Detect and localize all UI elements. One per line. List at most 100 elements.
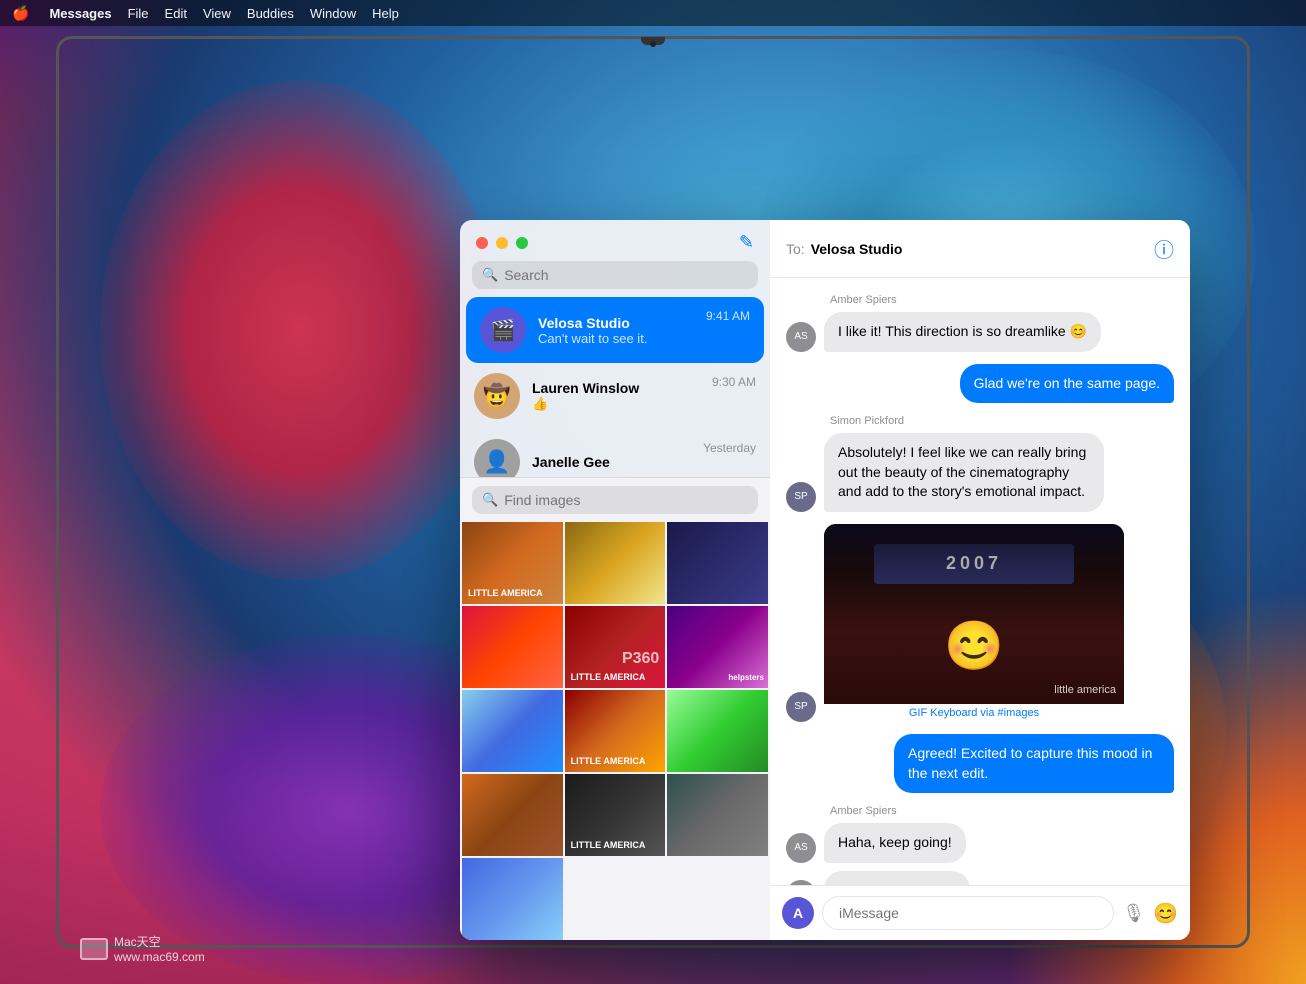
message-sender: Amber Spiers (830, 805, 1174, 817)
conv-name: Janelle Gee (532, 454, 691, 470)
gif-cell[interactable] (667, 522, 768, 604)
message-group: Agreed! Excited to capture this mood in … (786, 734, 1174, 793)
gif-source-label: GIF Keyboard via #images (824, 704, 1124, 722)
menubar-messages[interactable]: Messages (49, 6, 111, 21)
menubar-window[interactable]: Window (310, 6, 356, 21)
menubar-edit[interactable]: Edit (165, 6, 187, 21)
gif-search-bar[interactable]: 🔍 (472, 486, 758, 514)
gif-cell[interactable] (667, 690, 768, 772)
menubar-help[interactable]: Help (372, 6, 399, 21)
bg-blob-red (100, 80, 500, 580)
message-bubble: Glad we're on the same page. (960, 364, 1174, 404)
message-group: Amber Spiers AS Haha, keep going! AS Can… (786, 805, 1174, 885)
gif-cell[interactable] (667, 774, 768, 856)
chat-messages[interactable]: Amber Spiers AS I like it! This directio… (770, 278, 1190, 885)
apple-logo[interactable]: 🍎 (12, 5, 29, 22)
gif-grid: little america little america P360 helps… (460, 522, 770, 940)
watermark-url: www.mac69.com (114, 950, 205, 964)
fullscreen-button[interactable] (516, 237, 528, 249)
conv-info: Janelle Gee (532, 454, 691, 470)
chat-input-area: A 🎙 😊 (770, 885, 1190, 940)
messages-window: ✎ 🔍 🎬 Velosa Studio Can't wait to see it… (460, 220, 1190, 940)
conv-preview: Can't wait to see it. (538, 331, 694, 346)
watermark-icon (80, 938, 108, 960)
gif-message: 2007 😊 little america GIF Keyboard via #… (824, 524, 1124, 722)
conversation-list: 🎬 Velosa Studio Can't wait to see it. 9:… (460, 297, 770, 477)
traffic-lights (476, 237, 528, 249)
search-bar[interactable]: 🔍 (472, 261, 758, 289)
gif-search-input[interactable] (504, 492, 748, 508)
message-row: AS Haha, keep going! (786, 823, 1174, 863)
watermark-text: Mac天空 www.mac69.com (114, 933, 205, 964)
velosa-emoji: 🎬 (491, 318, 516, 343)
menubar-buddies[interactable]: Buddies (247, 6, 294, 21)
avatar: AS (786, 322, 816, 352)
recipient-name: Velosa Studio (811, 241, 903, 257)
conversation-item[interactable]: 🤠 Lauren Winslow 👍 9:30 AM (460, 363, 770, 429)
gif-image: 2007 😊 little america (824, 524, 1124, 704)
conv-time: 9:41 AM (706, 309, 750, 323)
sidebar-header: ✎ (460, 220, 770, 261)
info-button[interactable]: ⓘ (1154, 234, 1174, 263)
compose-button[interactable]: ✎ (739, 232, 754, 253)
conv-info: Velosa Studio Can't wait to see it. (538, 315, 694, 346)
avatar: 👤 (474, 439, 520, 477)
chat-header: To: Velosa Studio ⓘ (770, 220, 1190, 278)
menubar-file[interactable]: File (128, 6, 149, 21)
conv-name: Lauren Winslow (532, 380, 700, 396)
message-bubble: Absolutely! I feel like we can really br… (824, 433, 1104, 512)
message-input[interactable] (822, 896, 1114, 930)
watermark-logo: Mac天空 www.mac69.com (80, 933, 205, 964)
to-label: To: (786, 241, 805, 257)
conv-time: 9:30 AM (712, 375, 756, 389)
message-sender: Simon Pickford (830, 415, 1174, 427)
message-row: SP 2007 😊 little america GIF Keyboa (786, 524, 1174, 722)
gif-cell[interactable]: little america (565, 690, 666, 772)
menubar-view[interactable]: View (203, 6, 231, 21)
gif-cell[interactable] (565, 522, 666, 604)
gif-cell[interactable]: helpsters (667, 606, 768, 688)
gif-watermark: little america (1054, 684, 1116, 696)
gif-cell[interactable]: little america (565, 774, 666, 856)
avatar: AS (786, 833, 816, 863)
gif-cell[interactable] (462, 774, 563, 856)
avatar: SP (786, 692, 816, 722)
message-row: Glad we're on the same page. (786, 364, 1174, 404)
conversation-item[interactable]: 👤 Janelle Gee Yesterday (460, 429, 770, 477)
message-group: Simon Pickford SP Absolutely! I feel lik… (786, 415, 1174, 512)
gif-cell[interactable] (462, 858, 563, 940)
conv-time: Yesterday (703, 441, 756, 455)
message-bubble: Haha, keep going! (824, 823, 966, 863)
search-input[interactable] (504, 267, 748, 283)
sidebar: ✎ 🔍 🎬 Velosa Studio Can't wait to see it… (460, 220, 770, 940)
input-avatar: A (782, 897, 814, 929)
menubar: 🍎 Messages File Edit View Buddies Window… (0, 0, 1306, 26)
gif-cell[interactable] (462, 606, 563, 688)
chat-recipient: To: Velosa Studio (786, 241, 903, 257)
close-button[interactable] (476, 237, 488, 249)
watermark-site: Mac天空 (114, 933, 205, 950)
conv-info: Lauren Winslow 👍 (532, 380, 700, 412)
conversation-item[interactable]: 🎬 Velosa Studio Can't wait to see it. 9:… (466, 297, 764, 363)
message-row: Agreed! Excited to capture this mood in … (786, 734, 1174, 793)
gif-cell[interactable]: little america (462, 522, 563, 604)
message-bubble: I like it! This direction is so dreamlik… (824, 312, 1101, 352)
avatar: SP (786, 482, 816, 512)
minimize-button[interactable] (496, 237, 508, 249)
message-sender: Amber Spiers (830, 294, 1174, 306)
avatar: 🎬 (480, 307, 526, 353)
audio-icon[interactable]: 🎙 (1122, 903, 1145, 924)
avatar: 🤠 (474, 373, 520, 419)
gif-picker: 🔍 little america little america P360 hel… (460, 477, 770, 940)
search-icon: 🔍 (482, 492, 498, 508)
message-group-gif: SP 2007 😊 little america GIF Keyboa (786, 524, 1174, 722)
gif-cell[interactable]: little america P360 (565, 606, 666, 688)
chat-panel: To: Velosa Studio ⓘ Amber Spiers AS I li… (770, 220, 1190, 940)
emoji-icon[interactable]: 😊 (1153, 901, 1178, 926)
message-row: SP Absolutely! I feel like we can really… (786, 433, 1174, 512)
message-bubble: Agreed! Excited to capture this mood in … (894, 734, 1174, 793)
message-bubble: Can't wait to see it. (824, 871, 970, 885)
mac-watermark: Mac天空 www.mac69.com (80, 933, 205, 964)
gif-cell[interactable] (462, 690, 563, 772)
message-group: Amber Spiers AS I like it! This directio… (786, 294, 1174, 352)
